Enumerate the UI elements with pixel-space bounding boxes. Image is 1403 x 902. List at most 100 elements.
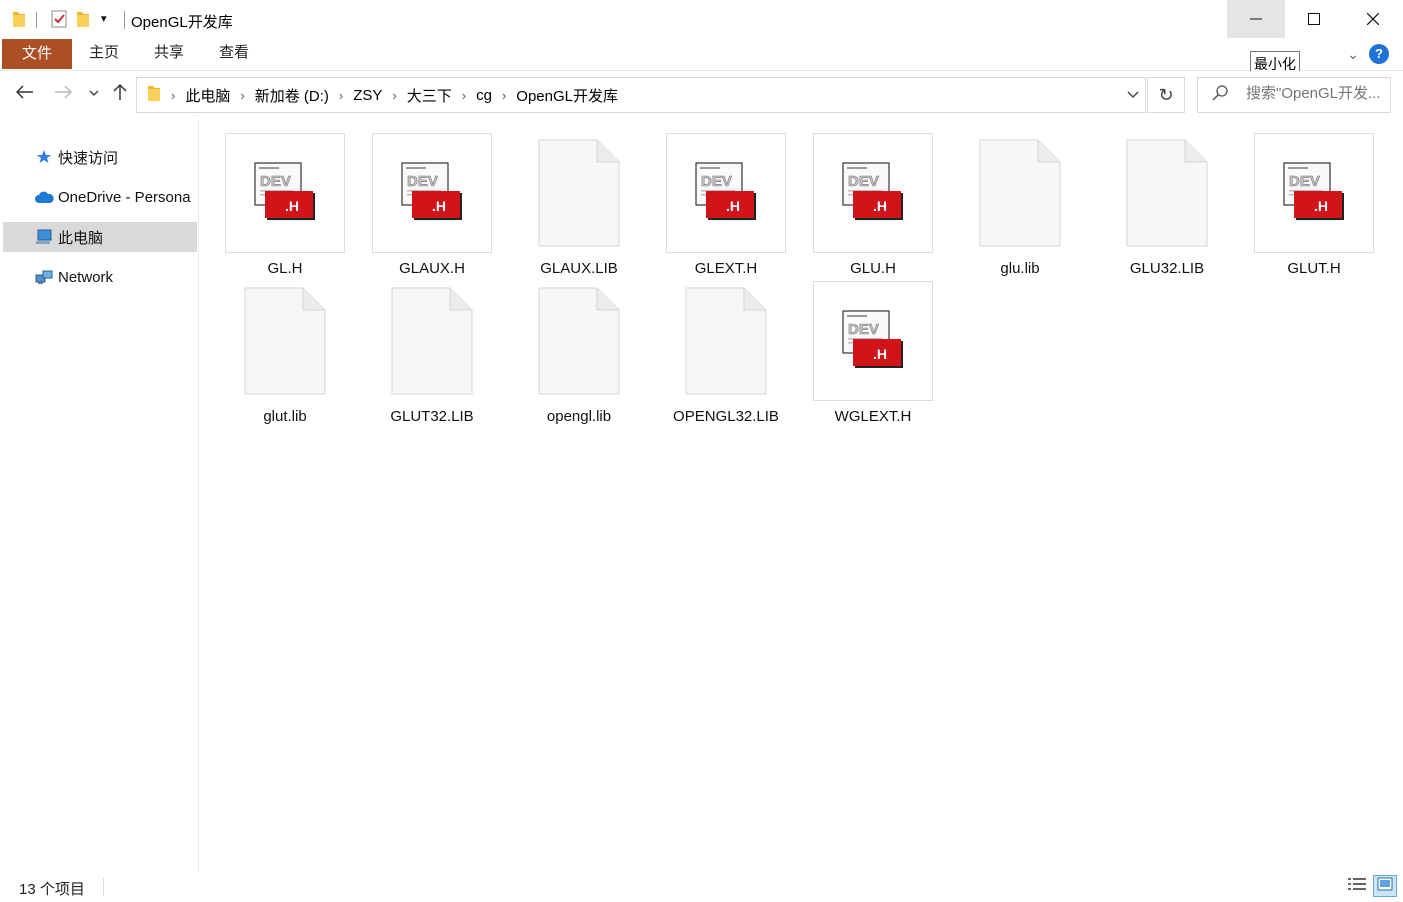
file-name: GLAUX.H (399, 260, 465, 277)
header-file-icon: DEV .H (372, 133, 492, 253)
chevron-right-icon[interactable]: › (236, 88, 248, 103)
file-item[interactable]: GLAUX.LIB (519, 133, 639, 277)
status-divider (103, 878, 104, 896)
window-title: OpenGL开发库 (131, 14, 233, 31)
file-item[interactable]: DEV .H GL.H (225, 133, 345, 277)
title-divider (124, 11, 125, 29)
svg-text:.H: .H (1314, 198, 1328, 214)
chevron-right-icon[interactable]: › (458, 88, 470, 103)
maximize-button[interactable] (1285, 0, 1343, 38)
file-name: glut.lib (263, 408, 307, 425)
computer-icon (33, 229, 55, 245)
recent-locations-chevron-icon[interactable] (89, 86, 99, 100)
ribbon: 文件 主页 共享 查看 ⌄ ? (0, 38, 1403, 71)
folder-icon[interactable] (12, 10, 26, 32)
header-file-icon: DEV .H (813, 133, 933, 253)
svg-text:DEV: DEV (407, 173, 438, 190)
file-item[interactable]: DEV .H GLAUX.H (372, 133, 492, 277)
file-item[interactable]: glut.lib (225, 281, 345, 425)
tab-view[interactable]: 查看 (208, 38, 260, 68)
file-item[interactable]: DEV .H GLUT.H (1254, 133, 1374, 277)
file-item[interactable]: opengl.lib (519, 281, 639, 425)
new-folder-icon[interactable] (76, 10, 90, 32)
lib-file-icon (519, 281, 639, 401)
lib-file-icon (519, 133, 639, 253)
breadcrumb-zsy[interactable]: ZSY (347, 87, 388, 104)
lib-file-icon (225, 281, 345, 401)
file-item[interactable]: OPENGL32.LIB (666, 281, 786, 425)
file-name: GLEXT.H (694, 260, 758, 277)
expand-ribbon-icon[interactable]: ⌄ (1347, 46, 1359, 63)
chevron-right-icon[interactable]: › (335, 88, 347, 103)
lib-file-icon (372, 281, 492, 401)
refresh-button[interactable]: ↻ (1147, 77, 1185, 113)
chevron-right-icon[interactable]: › (167, 88, 179, 103)
network-icon (33, 269, 55, 285)
sidebar-item-label: Network (58, 268, 114, 286)
header-file-icon: DEV .H (813, 281, 933, 401)
file-name: GLUT.H (1287, 260, 1341, 277)
file-name: GL.H (267, 260, 303, 277)
tab-home[interactable]: 主页 (78, 38, 130, 68)
address-bar[interactable]: › 此电脑 › 新加卷 (D:) › ZSY › 大三下 › cg › Open… (136, 77, 1146, 113)
status-bar: 13 个项目 (0, 871, 1403, 902)
file-name: glu.lib (1000, 260, 1040, 277)
svg-text:DEV: DEV (848, 173, 879, 190)
svg-text:.H: .H (873, 346, 887, 362)
file-item[interactable]: GLUT32.LIB (372, 281, 492, 425)
sidebar-item-network[interactable]: Network (3, 262, 197, 292)
file-name: OPENGL32.LIB (673, 408, 779, 425)
file-item[interactable]: glu.lib (960, 133, 1080, 277)
forward-arrow-icon[interactable] (54, 83, 73, 104)
sidebar-item-this-pc[interactable]: 此电脑 (3, 222, 197, 252)
file-name: GLUT32.LIB (390, 408, 474, 425)
breadcrumb-this-pc[interactable]: 此电脑 (179, 85, 236, 106)
file-name: opengl.lib (546, 408, 612, 425)
svg-text:DEV: DEV (848, 321, 879, 338)
file-item[interactable]: DEV .H GLEXT.H (666, 133, 786, 277)
back-arrow-icon[interactable] (15, 83, 34, 104)
properties-icon[interactable] (50, 10, 68, 32)
file-name: GLU32.LIB (1129, 260, 1205, 277)
details-view-icon (1348, 877, 1366, 895)
search-icon (1212, 85, 1228, 106)
breadcrumb-opengl-lib[interactable]: OpenGL开发库 (510, 85, 624, 106)
address-dropdown-chevron-icon[interactable] (1127, 86, 1139, 102)
svg-text:DEV: DEV (260, 173, 291, 190)
header-file-icon: DEV .H (225, 133, 345, 253)
lib-file-icon (960, 133, 1080, 253)
refresh-icon: ↻ (1158, 85, 1174, 105)
chevron-right-icon[interactable]: › (388, 88, 400, 103)
breadcrumb-drive-d[interactable]: 新加卷 (D:) (249, 85, 335, 106)
file-name: GLU.H (850, 260, 896, 277)
file-item[interactable]: DEV .H WGLEXT.H (813, 281, 933, 425)
cloud-icon (33, 190, 55, 204)
title-bar: ▾ OpenGL开发库 (0, 0, 1403, 38)
details-view-button[interactable] (1345, 875, 1369, 897)
file-item[interactable]: GLU32.LIB (1107, 133, 1227, 277)
close-button[interactable] (1344, 0, 1402, 38)
search-box[interactable] (1197, 77, 1392, 113)
breadcrumb-junior-spring[interactable]: 大三下 (401, 85, 458, 106)
sidebar-item-label: 此电脑 (58, 229, 104, 247)
svg-text:.H: .H (432, 198, 446, 214)
navigation-pane: 快速访问 OneDrive - Persona 此电脑 Network (0, 119, 199, 871)
svg-text:DEV: DEV (1289, 173, 1320, 190)
search-input[interactable] (1244, 84, 1392, 103)
sidebar-item-onedrive[interactable]: OneDrive - Persona (3, 182, 197, 212)
lib-file-icon (1107, 133, 1227, 253)
chevron-right-icon[interactable]: › (498, 88, 510, 103)
breadcrumb-cg[interactable]: cg (470, 87, 498, 104)
sidebar-item-quick-access[interactable]: 快速访问 (3, 142, 197, 172)
file-list: DEV .H GL.H DEV .H GLAUX.H GLAUX.LIB DEV .H GLEXT… (200, 119, 1403, 871)
customize-quick-access-icon[interactable]: ▾ (101, 12, 107, 25)
tab-file[interactable]: 文件 (2, 39, 72, 69)
svg-text:.H: .H (873, 198, 887, 214)
large-icons-view-button[interactable] (1373, 875, 1397, 897)
tab-share[interactable]: 共享 (143, 38, 195, 68)
minimize-button[interactable] (1227, 0, 1285, 38)
up-arrow-icon[interactable] (113, 83, 127, 106)
header-file-icon: DEV .H (1254, 133, 1374, 253)
help-icon[interactable]: ? (1369, 44, 1389, 64)
file-item[interactable]: DEV .H GLU.H (813, 133, 933, 277)
